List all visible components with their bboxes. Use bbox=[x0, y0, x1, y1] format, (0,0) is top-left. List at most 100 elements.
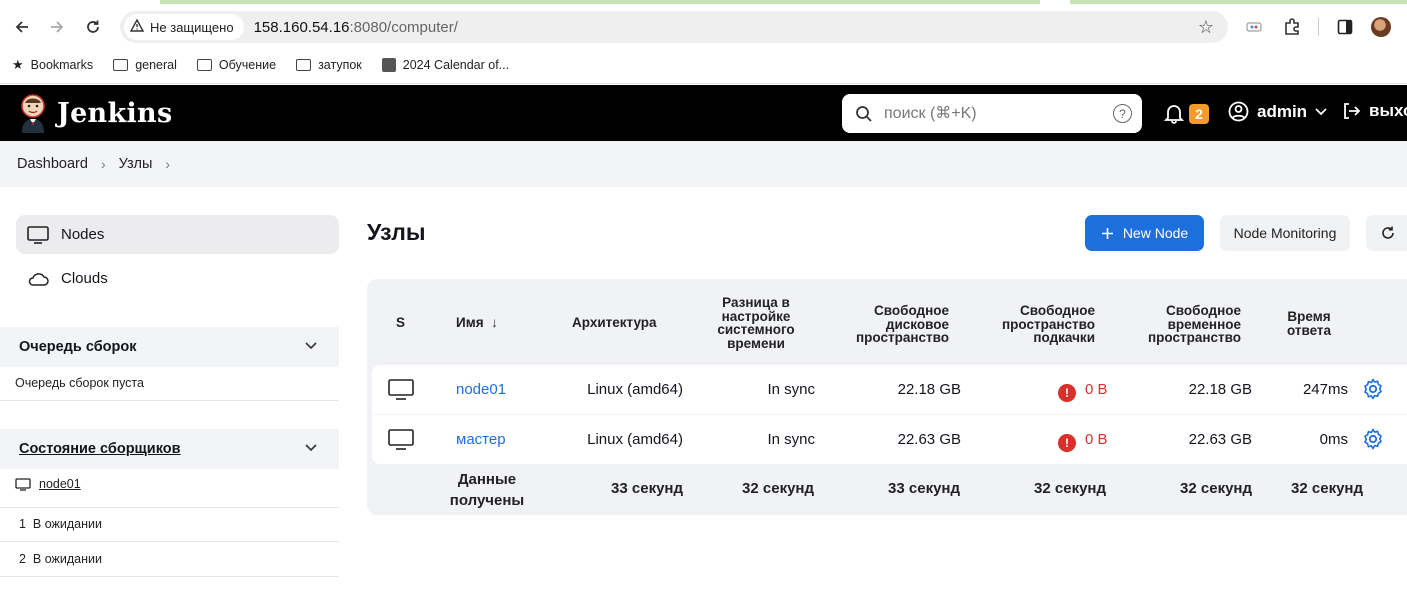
header-line: настройке bbox=[721, 308, 791, 324]
computer-icon bbox=[388, 429, 414, 450]
header-line: пространство bbox=[856, 330, 949, 345]
architecture-cell: Linux (amd64) bbox=[587, 431, 683, 448]
bookmark-star-icon[interactable]: ☆ bbox=[1198, 17, 1214, 38]
puzzle-icon[interactable] bbox=[1280, 15, 1304, 39]
search-icon bbox=[856, 105, 872, 122]
folder-icon bbox=[113, 59, 129, 71]
jenkins-header: Jenkins ? 2 admin выход bbox=[0, 85, 1407, 141]
computer-icon bbox=[15, 477, 31, 491]
footer-response-time: 32 секунд bbox=[1291, 480, 1363, 497]
bookmarks-bar: ★ Bookmarks general Обучение затупок 2024… bbox=[0, 52, 517, 78]
data-received-label: Данные получены bbox=[447, 469, 527, 511]
column-header-free-temp[interactable]: Свободное временное пространство bbox=[1131, 304, 1241, 345]
column-header-free-swap[interactable]: Свободное пространство подкачки bbox=[985, 304, 1095, 345]
clock-diff-cell: In sync bbox=[767, 381, 815, 398]
executor-slot-state: В ожидании bbox=[32, 552, 102, 566]
column-header-architecture[interactable]: Архитектура bbox=[572, 316, 657, 330]
chevron-right-icon[interactable]: › bbox=[165, 156, 170, 172]
plus-icon bbox=[1101, 227, 1113, 239]
footer-free-disk: 33 секунд bbox=[888, 480, 960, 497]
refresh-button[interactable] bbox=[1366, 215, 1407, 251]
header-line: системного bbox=[717, 322, 795, 337]
back-icon[interactable] bbox=[9, 14, 35, 40]
forward-icon[interactable] bbox=[44, 14, 70, 40]
star-icon: ★ bbox=[12, 57, 24, 72]
reload-icon[interactable] bbox=[80, 14, 106, 40]
butler-icon bbox=[21, 94, 45, 133]
header-line: Свободное bbox=[873, 303, 949, 318]
bookmark-item[interactable]: general bbox=[113, 58, 177, 72]
profile-avatar[interactable] bbox=[1371, 17, 1391, 37]
user-menu[interactable]: admin bbox=[1228, 101, 1327, 122]
url-host: 158.160.54.16 bbox=[253, 18, 350, 36]
breadcrumb-dashboard[interactable]: Dashboard bbox=[17, 156, 88, 172]
help-icon[interactable]: ? bbox=[1113, 104, 1132, 123]
executor-node-link[interactable]: node01 bbox=[39, 477, 81, 491]
column-header-name[interactable]: Имя ↓ bbox=[456, 316, 498, 330]
security-chip[interactable]: Не защищено bbox=[124, 14, 244, 40]
folder-icon bbox=[196, 59, 212, 71]
column-header-response-time[interactable]: Время ответа bbox=[1279, 310, 1339, 337]
node-name-link[interactable]: мастер bbox=[456, 431, 506, 448]
address-bar[interactable]: Не защищено 158.160.54.16:8080/computer/… bbox=[120, 11, 1228, 43]
executors-title[interactable]: Состояние сборщиков bbox=[19, 441, 181, 457]
column-header-clock-diff[interactable]: Разница в настройке системного времени bbox=[706, 296, 806, 350]
column-header-free-disk[interactable]: Свободное дисковое пространство bbox=[839, 304, 949, 345]
bookmark-item[interactable]: Обучение bbox=[196, 58, 276, 72]
sidebar-item-nodes[interactable]: Nodes bbox=[16, 215, 339, 254]
new-node-label: New Node bbox=[1122, 225, 1189, 241]
new-node-button[interactable]: New Node bbox=[1085, 215, 1204, 251]
search-box[interactable]: ? bbox=[842, 94, 1142, 133]
sidebar-item-clouds[interactable]: Clouds bbox=[16, 259, 339, 298]
clock-diff-cell: In sync bbox=[767, 431, 815, 448]
header-line: подкачки bbox=[1033, 330, 1095, 345]
browser-toolbar: Не защищено 158.160.54.16:8080/computer/… bbox=[0, 4, 1407, 84]
column-header-status[interactable]: S bbox=[396, 316, 405, 330]
chevron-down-icon bbox=[1315, 107, 1327, 115]
error-icon: ! bbox=[1058, 434, 1076, 452]
user-name: admin bbox=[1257, 101, 1308, 121]
extension-icon[interactable] bbox=[1242, 15, 1266, 39]
header-line: Свободное bbox=[1165, 303, 1241, 318]
url-path: :8080/computer/ bbox=[349, 18, 458, 36]
footer-free-temp: 32 секунд bbox=[1180, 480, 1252, 497]
logout-link[interactable]: выход bbox=[1341, 101, 1407, 121]
header-line: пространство bbox=[1148, 330, 1241, 345]
bookmark-item[interactable]: затупок bbox=[296, 58, 362, 72]
build-queue-header[interactable]: Очередь сборок bbox=[0, 327, 339, 367]
bookmark-label: 2024 Calendar of... bbox=[402, 58, 510, 72]
gear-icon[interactable] bbox=[1362, 378, 1384, 400]
free-swap-cell: ! 0 B bbox=[1058, 431, 1108, 452]
footer-free-swap: 32 секунд bbox=[1034, 480, 1106, 497]
node-name-link[interactable]: node01 bbox=[456, 381, 506, 398]
footer-clock-diff: 32 секунд bbox=[742, 480, 814, 497]
bookmark-item[interactable]: 2024 Calendar of... bbox=[381, 58, 510, 72]
jenkins-logo[interactable]: Jenkins bbox=[17, 93, 172, 133]
architecture-cell: Linux (amd64) bbox=[587, 381, 683, 398]
breadcrumb-nodes[interactable]: Узлы bbox=[119, 156, 153, 172]
side-panel-icon[interactable] bbox=[1333, 15, 1357, 39]
notifications-bell-icon[interactable] bbox=[1163, 102, 1185, 124]
header-line: Время bbox=[1287, 309, 1331, 324]
executors-header[interactable]: Состояние сборщиков bbox=[0, 429, 339, 469]
sort-arrow-icon: ↓ bbox=[491, 315, 498, 330]
bookmark-label: Bookmarks bbox=[30, 58, 94, 72]
cloud-icon bbox=[28, 272, 49, 286]
node-monitoring-button[interactable]: Node Monitoring bbox=[1220, 215, 1350, 251]
gear-icon[interactable] bbox=[1362, 428, 1384, 450]
chevron-down-icon[interactable] bbox=[305, 339, 317, 353]
executor-slot: 2 В ожидании bbox=[19, 552, 102, 566]
executor-slot-number: 2 bbox=[19, 552, 26, 566]
free-swap-value: 0 B bbox=[1085, 431, 1108, 448]
free-disk-cell: 22.63 GB bbox=[897, 431, 961, 448]
bookmark-item[interactable]: ★ Bookmarks bbox=[12, 57, 93, 73]
chevron-down-icon[interactable] bbox=[305, 441, 317, 455]
search-input[interactable] bbox=[884, 104, 1104, 123]
header-line: временное bbox=[1167, 316, 1241, 332]
bookmark-label: general bbox=[135, 58, 177, 72]
footer-architecture: 33 секунд bbox=[611, 480, 683, 497]
free-swap-cell: ! 0 B bbox=[1058, 381, 1108, 402]
notification-badge[interactable]: 2 bbox=[1189, 104, 1209, 124]
header-line: ответа bbox=[1286, 322, 1332, 338]
response-time-cell: 247ms bbox=[1302, 381, 1348, 398]
